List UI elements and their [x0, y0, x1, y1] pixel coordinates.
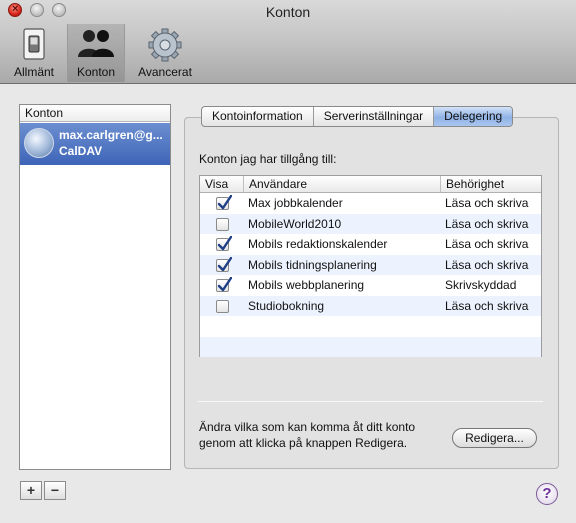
accounts-list-header: Konton — [20, 105, 170, 122]
show-cell — [200, 275, 244, 296]
permission-cell: Läsa och skriva — [445, 237, 529, 252]
toolbar-accounts-button[interactable]: Konton — [67, 24, 125, 82]
column-header-show[interactable]: Visa — [200, 176, 244, 192]
permission-cell: Läsa och skriva — [445, 257, 529, 272]
column-header-permission[interactable]: Behörighet — [441, 176, 541, 192]
user-cell: Max jobbkalender — [248, 196, 343, 211]
show-cell — [200, 255, 244, 276]
people-icon — [78, 30, 114, 57]
toolbar-general-label: Allmänt — [13, 65, 54, 79]
table-row[interactable]: Mobils tidningsplanering Läsa och skriva — [200, 254, 541, 276]
toolbar-advanced-button[interactable]: Avancerat — [130, 24, 200, 82]
window-title: Konton — [265, 4, 311, 20]
checkmark-icon — [217, 236, 232, 251]
user-cell: Mobils tidningsplanering — [248, 257, 377, 272]
calendar-globe-icon — [24, 128, 54, 158]
help-button[interactable]: ? — [536, 483, 558, 505]
permission-cell: Läsa och skriva — [445, 298, 529, 313]
show-checkbox[interactable] — [216, 299, 229, 313]
table-header: Visa Användare Behörighet — [200, 176, 541, 193]
show-cell — [200, 234, 244, 255]
user-cell: Mobils redaktionskalender — [248, 237, 388, 252]
account-item-caldav[interactable]: max.carlgren@g... CalDAV — [20, 123, 170, 165]
show-checkbox[interactable] — [216, 277, 232, 292]
show-checkbox[interactable] — [216, 256, 232, 272]
show-cell — [200, 214, 244, 235]
toolbar-advanced-label: Avancerat — [138, 65, 192, 79]
show-cell — [200, 193, 244, 214]
divider — [198, 401, 543, 402]
checkmark-icon — [217, 195, 232, 210]
table-row — [200, 316, 541, 337]
show-cell — [200, 296, 244, 317]
user-cell: Studiobokning — [248, 298, 325, 313]
delegation-label: Konton jag har tillgång till: — [199, 152, 337, 166]
permission-cell: Läsa och skriva — [445, 216, 529, 231]
table-body: Max jobbkalender Läsa och skriva MobileWor… — [200, 193, 541, 357]
tab-bar: Kontoinformation Serverinställningar Del… — [201, 106, 514, 127]
edit-hint-text: Ändra vilka som kan komma åt ditt konto … — [199, 420, 416, 450]
table-row[interactable]: Max jobbkalender Läsa och skriva — [200, 193, 541, 214]
show-checkbox[interactable] — [216, 236, 232, 251]
toolbar-general-button[interactable]: Allmänt — [4, 24, 64, 82]
account-type: CalDAV — [59, 144, 103, 158]
show-checkbox[interactable] — [216, 195, 232, 210]
user-cell: MobileWorld2010 — [248, 216, 342, 231]
add-account-button[interactable]: + — [20, 481, 42, 500]
general-switch-icon — [23, 28, 45, 60]
account-email: max.carlgren@g... — [59, 128, 163, 142]
accounts-list[interactable]: Konton max.carlgren@g... CalDAV — [19, 104, 171, 470]
tab-account-info[interactable]: Kontoinformation — [202, 107, 314, 126]
permission-cell: Läsa och skriva — [445, 196, 529, 211]
table-row[interactable]: MobileWorld2010 Läsa och skriva — [200, 213, 541, 235]
tab-server-settings[interactable]: Serverinställningar — [314, 107, 435, 126]
checkmark-icon — [217, 256, 232, 271]
user-cell: Mobils webbplanering — [248, 278, 365, 293]
table-row — [200, 336, 541, 357]
column-header-user[interactable]: Användare — [244, 176, 441, 192]
delegation-table[interactable]: Visa Användare Behörighet Max jobbkalend… — [199, 175, 542, 357]
gear-icon — [148, 28, 182, 62]
checkmark-icon — [217, 277, 232, 292]
tab-delegation[interactable]: Delegering — [434, 107, 513, 126]
remove-account-button[interactable]: − — [44, 481, 66, 500]
toolbar-accounts-label: Konton — [76, 65, 116, 79]
window-toolbar: × Konton Allmänt Konton Avancerat — [0, 0, 576, 84]
table-row[interactable]: Mobils webbplanering Skrivskyddad — [200, 275, 541, 296]
show-checkbox[interactable] — [216, 217, 229, 231]
permission-cell: Skrivskyddad — [445, 278, 517, 293]
edit-button[interactable]: Redigera... — [452, 428, 537, 448]
table-row[interactable]: Studiobokning Läsa och skriva — [200, 295, 541, 317]
table-row[interactable]: Mobils redaktionskalender Läsa och skriva — [200, 234, 541, 255]
